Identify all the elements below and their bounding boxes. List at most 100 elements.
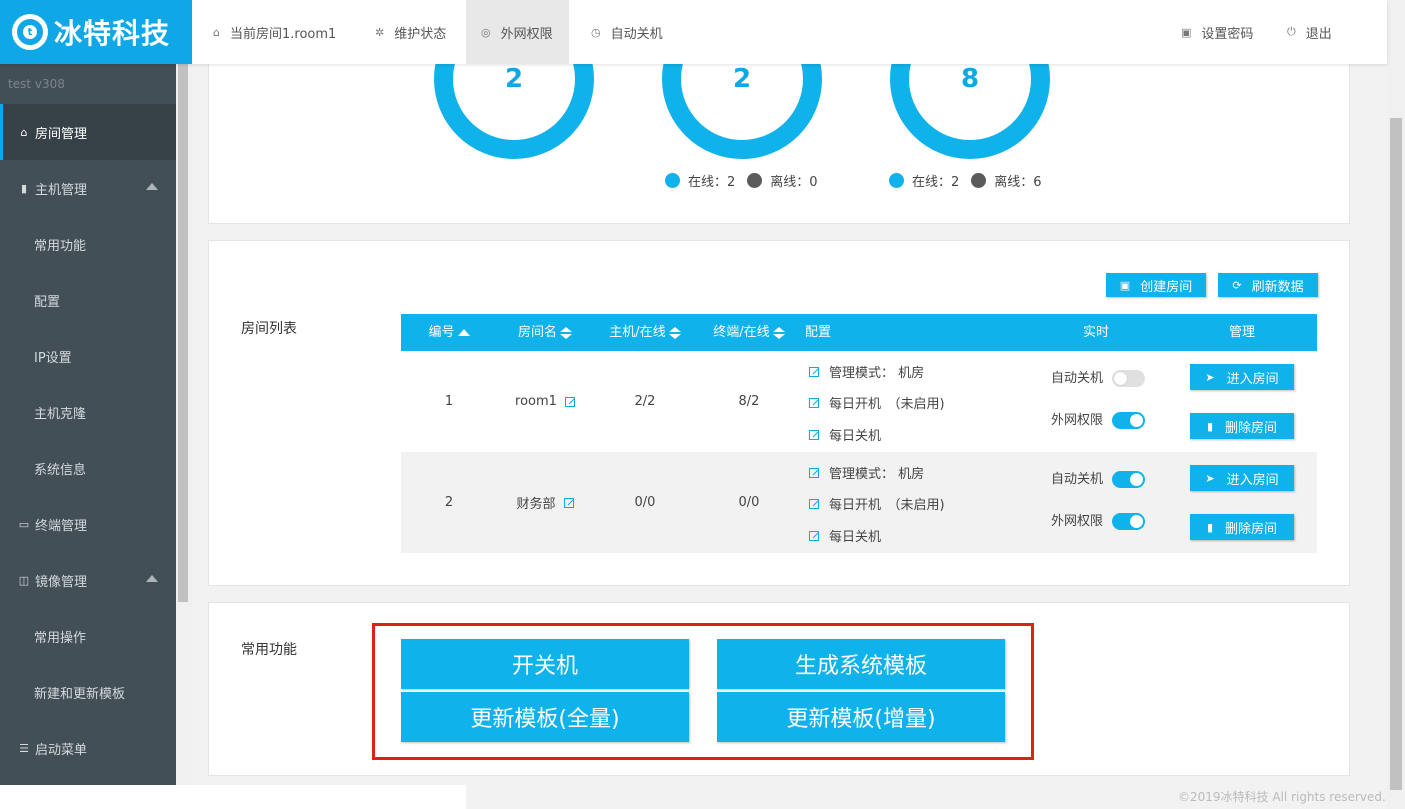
legend-hosts-online: 在线：2: [688, 175, 736, 190]
legend-terminals-offline: 离线：6: [994, 175, 1042, 190]
sidebar-item-image-management[interactable]: ◫ 镜像管理: [0, 552, 176, 608]
auto-shutdown-toggle[interactable]: [1112, 370, 1145, 387]
row-room-name: room1: [497, 351, 593, 452]
nav-maintenance[interactable]: ✲ 维护状态: [360, 0, 461, 64]
sidebar-scrollbar-thumb[interactable]: [178, 64, 188, 602]
sidebar-item-system-info[interactable]: 系统信息: [0, 440, 176, 496]
add-square-icon: ▣: [1119, 278, 1131, 292]
config-daily-shutdown[interactable]: 每日关机: [809, 526, 881, 545]
row-room-name: 财务部: [497, 452, 593, 553]
power-icon: ⏻: [1287, 25, 1296, 38]
highlight-box: [372, 623, 1034, 760]
server-icon: ▮: [20, 181, 28, 195]
caret-up-icon: [146, 575, 158, 582]
sidebar-item-template-create-update[interactable]: 新建和更新模板: [0, 664, 176, 720]
sidebar-item-boot-menu[interactable]: ☰ 启动菜单: [0, 720, 176, 776]
create-room-button[interactable]: ▣ 创建房间: [1106, 273, 1206, 297]
page-scrollbar-thumb[interactable]: [1390, 118, 1402, 790]
home-icon: ⌂: [20, 125, 28, 139]
delete-room-button[interactable]: ▮ 删除房间: [1190, 514, 1294, 540]
sidebar-scrollbar[interactable]: [176, 64, 192, 785]
config-daily-boot[interactable]: 每日开机 （未启用): [809, 494, 945, 513]
sidebar-item-label: 房间管理: [35, 126, 88, 142]
row-terminals: 8/2: [738, 394, 760, 409]
nav-internet-permission-label: 外网权限: [500, 26, 553, 42]
config-daily-boot[interactable]: 每日开机 （未启用): [809, 393, 945, 412]
monitor-icon: ▭: [18, 517, 30, 531]
row-room-name-text: room1: [515, 394, 557, 409]
enter-room-button[interactable]: ➤ 进入房间: [1190, 364, 1294, 390]
auto-shutdown-label: 自动关机: [1051, 472, 1104, 487]
config-daily-shutdown[interactable]: 每日关机: [809, 425, 881, 444]
col-id[interactable]: 编号: [401, 314, 497, 351]
nav-internet-permission[interactable]: ◎ 外网权限: [466, 0, 569, 64]
sidebar-item-label: 配置: [34, 294, 61, 310]
bottom-bar: [0, 785, 466, 809]
sidebar-item-common-functions[interactable]: 常用功能: [0, 216, 176, 272]
edit-icon[interactable]: [563, 497, 574, 508]
nav-auto-shutdown[interactable]: ◷ 自动关机: [576, 0, 678, 64]
edit-icon: [809, 429, 819, 440]
legend-terminals-online: 在线：2: [912, 175, 960, 190]
internet-permission-label: 外网权限: [1051, 514, 1104, 529]
offline-dot-icon: [971, 173, 987, 188]
version-label: test v308: [8, 77, 65, 91]
enter-room-button[interactable]: ➤ 进入房间: [1190, 465, 1294, 491]
database-icon: ◫: [18, 573, 30, 587]
row-id: 1: [444, 394, 454, 409]
sidebar-item-label: 启动菜单: [35, 742, 88, 758]
set-password-label: 设置密码: [1201, 26, 1254, 42]
logo-icon: t: [12, 14, 48, 50]
sort-icon: [560, 326, 572, 339]
sidebar-item-host-clone[interactable]: 主机克隆: [0, 384, 176, 440]
sidebar-item-label: 终端管理: [35, 518, 88, 534]
lock-icon: ▣: [1181, 25, 1192, 39]
tools-icon: ✲: [375, 25, 385, 39]
nav-current-room[interactable]: ⌂ 当前房间1.room1: [198, 0, 351, 64]
row-id: 2: [444, 495, 454, 510]
auto-shutdown-toggle[interactable]: [1112, 471, 1145, 488]
list-icon: ☰: [19, 741, 29, 755]
sidebar-item-terminal-management[interactable]: ▭ 终端管理: [0, 496, 176, 552]
sidebar-item-ip-settings[interactable]: IP设置: [0, 328, 176, 384]
clock-icon: ◷: [591, 25, 601, 39]
sidebar-item-room-management[interactable]: ⌂ 房间管理: [0, 104, 176, 160]
logout-label: 退出: [1305, 26, 1332, 42]
internet-permission-toggle[interactable]: [1112, 513, 1145, 530]
legend-hosts-offline: 离线：0: [770, 175, 818, 190]
col-terminals[interactable]: 终端/在线: [699, 314, 799, 351]
row-hosts: 2/2: [634, 394, 656, 409]
sidebar-item-config[interactable]: 配置: [0, 272, 176, 328]
donut-hosts-value: 2: [732, 64, 752, 94]
edit-icon: [809, 397, 819, 408]
col-hosts[interactable]: 主机/在线: [597, 314, 693, 351]
config-mode[interactable]: 管理模式： 机房: [809, 463, 924, 482]
edit-icon: [809, 498, 819, 509]
logout-link[interactable]: ⏻ 退出: [1272, 0, 1347, 64]
edit-icon: [809, 467, 819, 478]
set-password-link[interactable]: ▣ 设置密码: [1166, 0, 1268, 64]
internet-permission-toggle[interactable]: [1112, 412, 1145, 429]
auto-shutdown-label: 自动关机: [1051, 371, 1104, 386]
sidebar-item-label: 系统信息: [34, 462, 87, 478]
home-icon: ⌂: [213, 25, 220, 39]
table-row: 1 room1 2/2 8/2 管理模式： 机房 每日开机 （未启用) 每日关机…: [401, 351, 1317, 452]
page-scrollbar[interactable]: [1387, 0, 1405, 809]
send-icon: ➤: [1205, 370, 1215, 384]
sidebar-item-common-operations[interactable]: 常用操作: [0, 608, 176, 664]
room-list-title: 房间列表: [241, 321, 297, 337]
stats-panel: 2 2 8 在线：2 离线：0 在线：2 离线：6: [208, 0, 1350, 224]
edit-icon: [809, 530, 819, 541]
logo[interactable]: t 冰特科技: [0, 0, 192, 64]
sidebar-item-host-management[interactable]: ▮ 主机管理: [0, 160, 176, 216]
config-mode[interactable]: 管理模式： 机房: [809, 362, 924, 381]
sidebar-item-label: 镜像管理: [35, 574, 88, 590]
col-room-name[interactable]: 房间名: [497, 314, 593, 351]
refresh-data-button[interactable]: ⟳ 刷新数据: [1218, 273, 1318, 297]
room-table-header: 编号 房间名 主机/在线 终端/在线 配置 实时 管理: [401, 314, 1317, 351]
delete-room-button[interactable]: ▮ 删除房间: [1190, 413, 1294, 439]
sidebar-item-label: 主机克隆: [34, 406, 87, 422]
donut-terminals-value: 8: [960, 64, 980, 94]
online-dot-icon: [665, 173, 680, 188]
edit-icon[interactable]: [564, 396, 575, 407]
